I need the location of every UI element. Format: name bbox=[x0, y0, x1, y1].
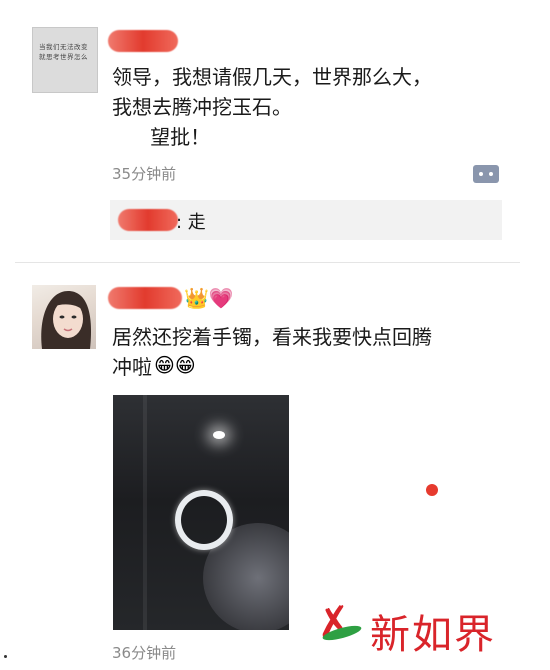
post-photo[interactable] bbox=[113, 395, 289, 630]
author-avatar[interactable]: 当我们无法改变 就思考世界怎么 bbox=[32, 27, 98, 93]
commenter-name-redacted[interactable]: 小红 bbox=[118, 209, 178, 231]
post-text: 领导，我想请假几天，世界那么大， 我想去腾冲挖玉石。 望批！ bbox=[112, 65, 432, 149]
post-timestamp: 35分钟前 bbox=[112, 165, 177, 183]
author-name-redacted[interactable]: 小美 bbox=[108, 287, 182, 309]
watermark-brand: 新如界 bbox=[370, 612, 496, 658]
jade-bangle bbox=[175, 490, 233, 550]
stray-dot bbox=[4, 655, 7, 658]
post-divider bbox=[15, 262, 520, 263]
grin-emoji: 😁😁 bbox=[154, 353, 196, 377]
comment-icon[interactable] bbox=[473, 165, 499, 183]
comment-text: : 走 bbox=[176, 212, 206, 233]
ceiling-light bbox=[213, 431, 225, 439]
watermark-emblem-icon: ✗ bbox=[312, 595, 355, 650]
crown-heart-emoji: 👑💗 bbox=[184, 286, 234, 310]
author-avatar[interactable] bbox=[32, 285, 96, 349]
avatar-scribble-text: 当我们无法改变 就思考世界怎么 bbox=[39, 43, 88, 61]
red-dot-marker bbox=[426, 484, 438, 496]
post-timestamp: 36分钟前 bbox=[112, 644, 177, 662]
author-name-redacted[interactable]: 何明 bbox=[108, 30, 178, 52]
comment-list: 小红 : 走 bbox=[110, 200, 502, 240]
